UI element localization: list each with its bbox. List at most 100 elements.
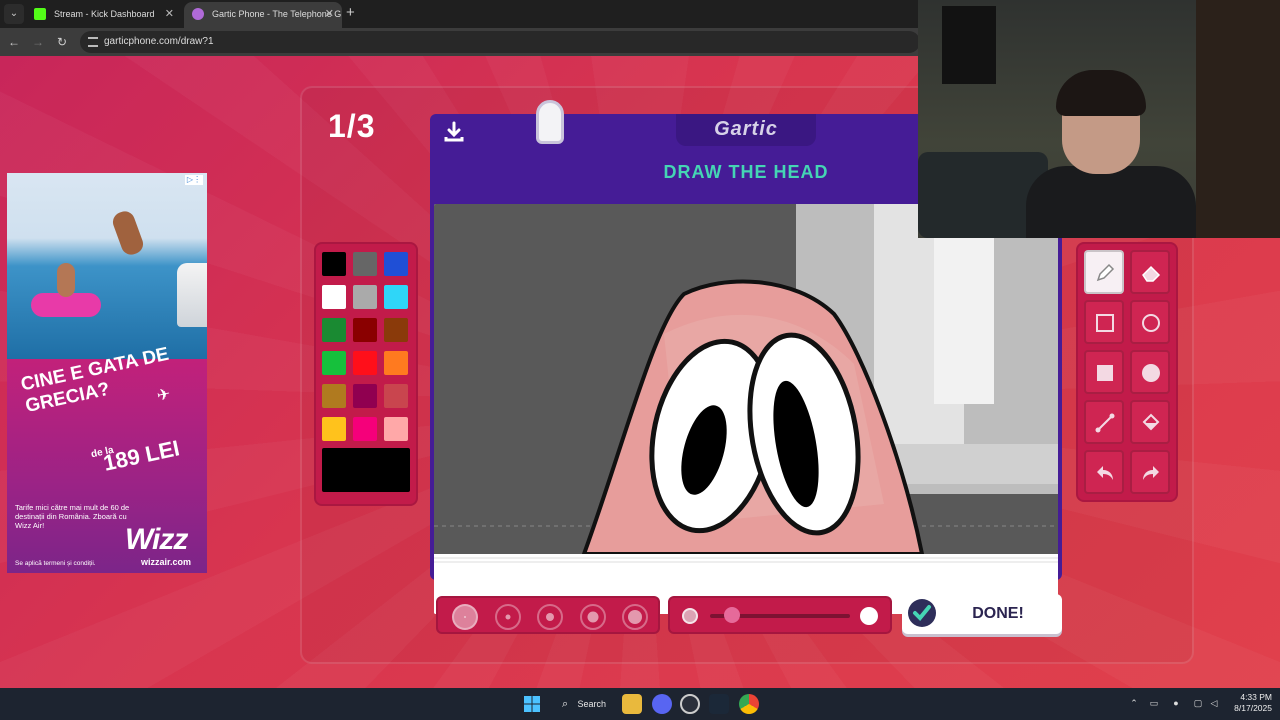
eraser-tool[interactable] <box>1130 250 1170 294</box>
show-hidden-icons-icon[interactable]: ⌃ <box>1128 697 1140 709</box>
line-icon <box>1095 413 1115 433</box>
search-icon: ⌕ <box>562 698 569 710</box>
color-swatch[interactable] <box>384 285 408 309</box>
undo-tool[interactable] <box>1084 450 1124 494</box>
brush-size-dot <box>587 611 598 623</box>
url-text: garticphone.com/draw?1 <box>104 36 214 47</box>
steam-icon[interactable] <box>709 694 729 714</box>
windows-start-icon[interactable] <box>522 694 542 714</box>
pencil-icon <box>1096 263 1115 282</box>
color-swatch[interactable] <box>353 318 377 342</box>
ad-boat <box>177 263 207 327</box>
color-swatch[interactable] <box>353 417 377 441</box>
tab-title: Gartic Phone - The Telephone G <box>212 9 342 19</box>
color-swatch[interactable] <box>353 285 377 309</box>
line-tool[interactable] <box>1084 400 1124 444</box>
gartic-favicon-icon <box>192 8 204 20</box>
network-icon[interactable]: ▭ <box>1148 697 1160 709</box>
color-swatch[interactable] <box>384 384 408 408</box>
color-swatch[interactable] <box>322 318 346 342</box>
round-counter: 1/3 <box>328 108 376 144</box>
color-swatch[interactable] <box>384 351 408 375</box>
fill-bucket-tool[interactable] <box>1130 400 1170 444</box>
undo-icon <box>1097 466 1113 480</box>
file-explorer-icon[interactable] <box>622 694 642 714</box>
brush-size-option[interactable] <box>579 604 606 630</box>
webcam-door <box>1196 0 1280 238</box>
color-swatch[interactable] <box>322 417 346 441</box>
ellipse-outline-tool[interactable] <box>1130 300 1170 344</box>
rectangle-outline-tool[interactable] <box>1084 300 1124 344</box>
color-swatch[interactable] <box>353 384 377 408</box>
color-swatch[interactable] <box>384 318 408 342</box>
forward-arrow-icon[interactable]: → <box>28 32 48 52</box>
brush-size-option[interactable] <box>452 604 478 630</box>
brush-size-option[interactable] <box>537 604 563 630</box>
reload-icon[interactable]: ↻ <box>52 32 72 52</box>
new-tab-button[interactable]: + <box>346 4 355 22</box>
close-tab-icon[interactable]: ✕ <box>165 2 174 26</box>
brush-size-dot <box>628 610 642 624</box>
discord-icon[interactable] <box>652 694 672 714</box>
kick-favicon-icon <box>34 8 46 20</box>
ellipse-outline-icon <box>1142 314 1160 332</box>
drawing-canvas[interactable] <box>434 204 1058 614</box>
color-swatch[interactable] <box>322 285 346 309</box>
ellipse-filled-icon <box>1142 364 1160 382</box>
pencil-tool[interactable] <box>1084 250 1124 294</box>
rectangle-filled-icon <box>1097 365 1113 381</box>
tab-gartic-phone[interactable]: Gartic Phone - The Telephone G ✕ <box>184 2 342 28</box>
chrome-icon[interactable] <box>739 694 759 714</box>
brush-size-dot <box>546 613 554 621</box>
webcam-wall-poster <box>942 6 996 84</box>
ad-terms: Se aplică termeni și condiții. <box>15 560 96 567</box>
redo-icon <box>1143 466 1159 480</box>
back-arrow-icon[interactable]: ← <box>4 32 24 52</box>
color-swatch[interactable] <box>322 252 346 276</box>
opacity-knob[interactable] <box>724 607 740 623</box>
checkmark-icon <box>908 599 936 627</box>
tab-kick-dashboard[interactable]: Stream - Kick Dashboard ✕ <box>26 2 182 28</box>
download-icon[interactable] <box>442 120 466 144</box>
tab-search-menu-button[interactable]: ⌄ <box>4 4 24 24</box>
taskbar-clock[interactable]: 4:33 PM 8/17/2025 <box>1226 692 1272 714</box>
microphone-icon[interactable]: ● <box>1170 697 1182 709</box>
color-swatch[interactable] <box>384 252 408 276</box>
tool-panel <box>1076 242 1178 502</box>
brush-size-option[interactable] <box>622 604 648 630</box>
rectangle-filled-tool[interactable] <box>1084 350 1124 394</box>
close-tab-icon[interactable]: ✕ <box>325 2 334 26</box>
webcam-person-body <box>1026 166 1196 238</box>
color-swatch[interactable] <box>353 252 377 276</box>
ellipse-filled-tool[interactable] <box>1130 350 1170 394</box>
ad-jumping-person <box>110 208 146 258</box>
wizz-air-advertisement[interactable]: ▷⋮ CINE E GATA DE GRECIA? ✈ de la 189 LE… <box>7 173 207 573</box>
display-icon[interactable]: ▢ <box>1192 697 1204 709</box>
ad-choices-icon[interactable]: ▷⋮ <box>185 175 203 185</box>
color-swatch[interactable] <box>322 384 346 408</box>
site-info-icon[interactable] <box>88 37 98 47</box>
redo-tool[interactable] <box>1130 450 1170 494</box>
color-swatch[interactable] <box>384 417 408 441</box>
github-desktop-icon[interactable] <box>680 694 700 714</box>
brush-size-option[interactable] <box>494 604 521 630</box>
taskbar-search[interactable]: ⌕ Search <box>556 694 610 714</box>
brush-size-dot <box>464 616 466 618</box>
tab-title: Stream - Kick Dashboard <box>54 9 155 19</box>
brush-size-dot <box>505 614 510 620</box>
volume-icon[interactable]: ◁ <box>1208 697 1220 709</box>
address-bar[interactable]: garticphone.com/draw?1 <box>80 31 920 53</box>
color-swatch[interactable] <box>353 351 377 375</box>
done-label: DONE! <box>972 605 1024 622</box>
done-button[interactable]: DONE! <box>902 594 1062 634</box>
ad-photo: ▷⋮ <box>7 173 207 359</box>
windows-taskbar: ⌕ Search ⌃ ▭ ● ▢ ◁ 4:33 PM 8/17/2025 <box>0 688 1280 720</box>
color-swatch[interactable] <box>322 351 346 375</box>
fill-bucket-icon <box>1142 413 1160 431</box>
clock-time: 4:33 PM <box>1240 692 1272 702</box>
opacity-high-icon <box>860 607 878 625</box>
eraser-icon <box>1142 265 1161 282</box>
opacity-slider[interactable] <box>668 596 892 634</box>
current-color-preview <box>322 448 410 492</box>
opacity-low-icon <box>682 608 698 624</box>
